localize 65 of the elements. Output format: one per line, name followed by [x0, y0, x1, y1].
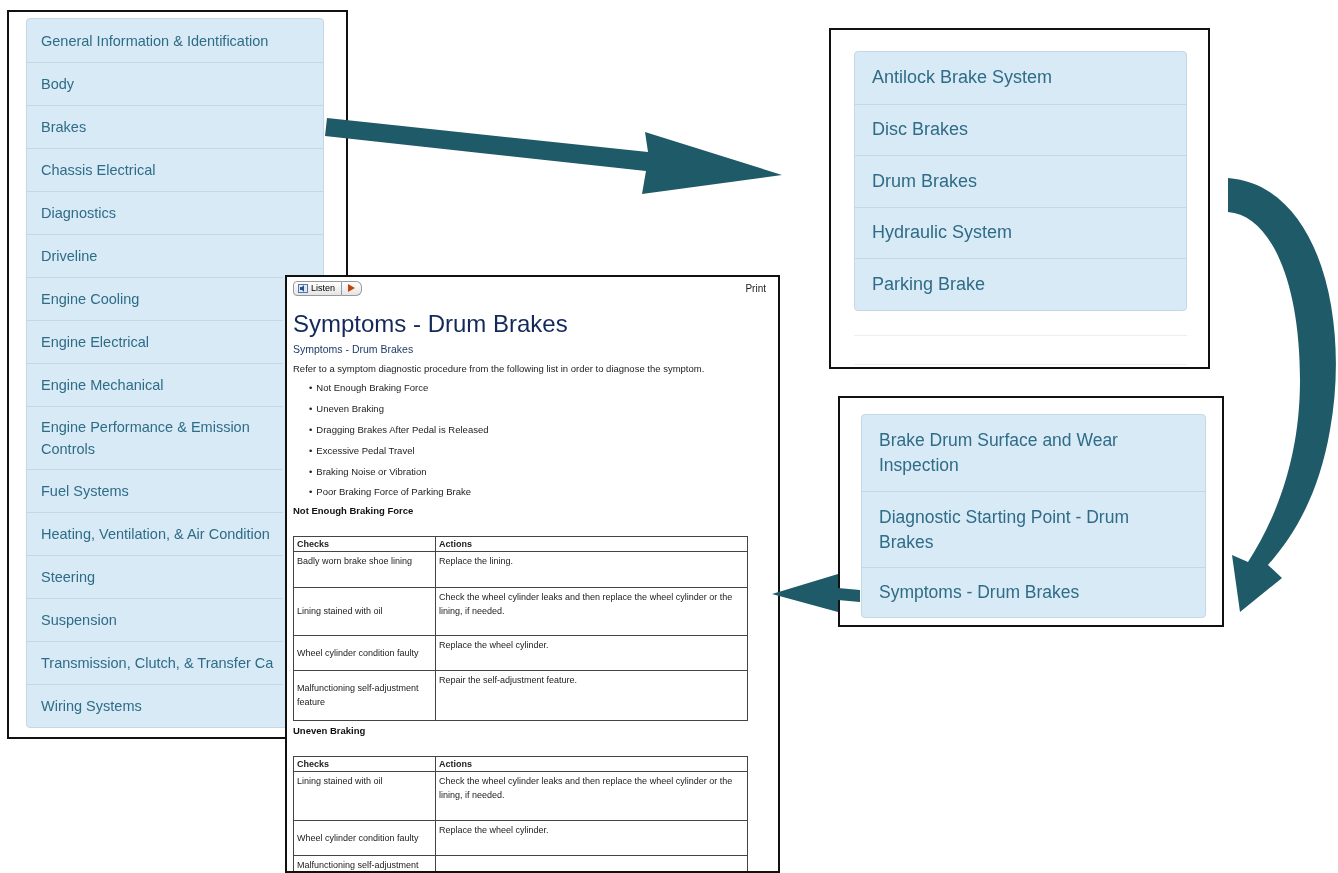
section-heading: Not Enough Braking Force: [293, 504, 415, 516]
column-header: Checks: [293, 756, 436, 772]
table-cell: Repair the self-adjustment feature.: [435, 670, 748, 721]
column-header: Checks: [293, 536, 436, 552]
category-item[interactable]: Diagnostics: [27, 191, 323, 234]
category-item[interactable]: Engine Electrical: [27, 320, 283, 363]
section-heading: Uneven Braking: [293, 724, 367, 736]
bullet: •: [309, 486, 313, 499]
category-item[interactable]: Brakes: [27, 105, 323, 148]
table-cell: Wheel cylinder condition faulty: [293, 820, 436, 856]
table-cell: Check the wheel cylinder leaks and then replace the wheel cylinder or the lining, if needed.: [435, 587, 748, 636]
bullet: •: [309, 424, 313, 436]
print-link[interactable]: Print: [745, 282, 766, 294]
category-item[interactable]: Transmission, Clutch, & Transfer Ca: [27, 641, 283, 684]
category-item[interactable]: Chassis Electrical: [27, 148, 323, 191]
table-cell: Malfunctioning self-adjustment feature: [293, 670, 436, 721]
play-button[interactable]: [342, 280, 363, 296]
category-item[interactable]: Body: [27, 62, 323, 105]
procedure-item[interactable]: Symptoms - Drum Brakes: [862, 567, 1205, 617]
speaker-icon: [298, 283, 308, 293]
table-cell: Lining stained with oil: [293, 587, 436, 636]
bullet: •: [309, 382, 313, 395]
table-cell: Badly worn brake shoe lining: [293, 551, 436, 588]
arrow-icon: [325, 118, 782, 194]
symptom-list-item: Not Enough Braking Force: [316, 382, 429, 395]
bullet: •: [309, 403, 313, 416]
category-item[interactable]: General Information & Identification: [27, 19, 323, 62]
arrow-icon: [772, 574, 860, 612]
table-cell: Replace the lining.: [435, 551, 748, 588]
procedure-item[interactable]: Diagnostic Starting Point - Drum Brakes: [862, 491, 1205, 567]
symptom-list-item: Dragging Brakes After Pedal is Released: [316, 424, 489, 436]
subcategory-item[interactable]: Antilock Brake System: [855, 52, 1186, 104]
subcategory-item[interactable]: Disc Brakes: [855, 103, 1186, 155]
table-cell: Check the wheel cylinder leaks and then replace the wheel cylinder or the lining, if needed.: [435, 771, 748, 821]
symptom-list-item: Braking Noise or Vibration: [316, 465, 427, 478]
table-cell: Malfunctioning self-adjustment: [293, 855, 436, 871]
subcategory-item[interactable]: Parking Brake: [855, 258, 1186, 310]
category-item[interactable]: Wiring Systems: [27, 684, 283, 727]
symptom-list-item: Poor Braking Force of Parking Brake: [316, 486, 472, 499]
table-cell: Wheel cylinder condition faulty: [293, 635, 436, 671]
category-item[interactable]: Steering: [27, 555, 283, 598]
category-item[interactable]: Engine Performance & Emission Controls: [27, 406, 283, 469]
table-cell: Replace the wheel cylinder.: [435, 820, 748, 856]
play-icon: [348, 284, 356, 292]
category-item[interactable]: Suspension: [27, 598, 283, 641]
category-item[interactable]: Heating, Ventilation, & Air Condition: [27, 512, 283, 555]
category-item[interactable]: Fuel Systems: [27, 469, 283, 512]
curved-arrow-icon: [1228, 178, 1336, 612]
document-title: Symptoms - Drum Brakes: [293, 310, 569, 338]
breadcrumb-link[interactable]: Symptoms - Drum Brakes: [293, 343, 768, 355]
column-header: Actions: [435, 536, 748, 552]
category-item[interactable]: Engine Mechanical: [27, 363, 283, 406]
table-cell: Replace the wheel cylinder.: [435, 635, 748, 671]
bullet: •: [309, 444, 313, 457]
procedure-item[interactable]: Brake Drum Surface and Wear Inspection: [862, 415, 1205, 491]
intro-text: Refer to a symptom diagnostic procedure from the following list in order to diagnose the symptom.: [293, 363, 706, 374]
symptom-list-item: Uneven Braking: [316, 403, 384, 416]
table-cell: Lining stained with oil: [293, 771, 436, 821]
category-item[interactable]: Engine Cooling: [27, 277, 283, 320]
bullet: •: [309, 465, 313, 478]
subcategory-item[interactable]: Drum Brakes: [855, 155, 1186, 207]
listen-button[interactable]: Listen: [293, 280, 343, 296]
column-header: Actions: [435, 756, 748, 772]
symptom-list-item: Excessive Pedal Travel: [316, 444, 415, 457]
subcategory-item[interactable]: Hydraulic System: [855, 206, 1186, 258]
